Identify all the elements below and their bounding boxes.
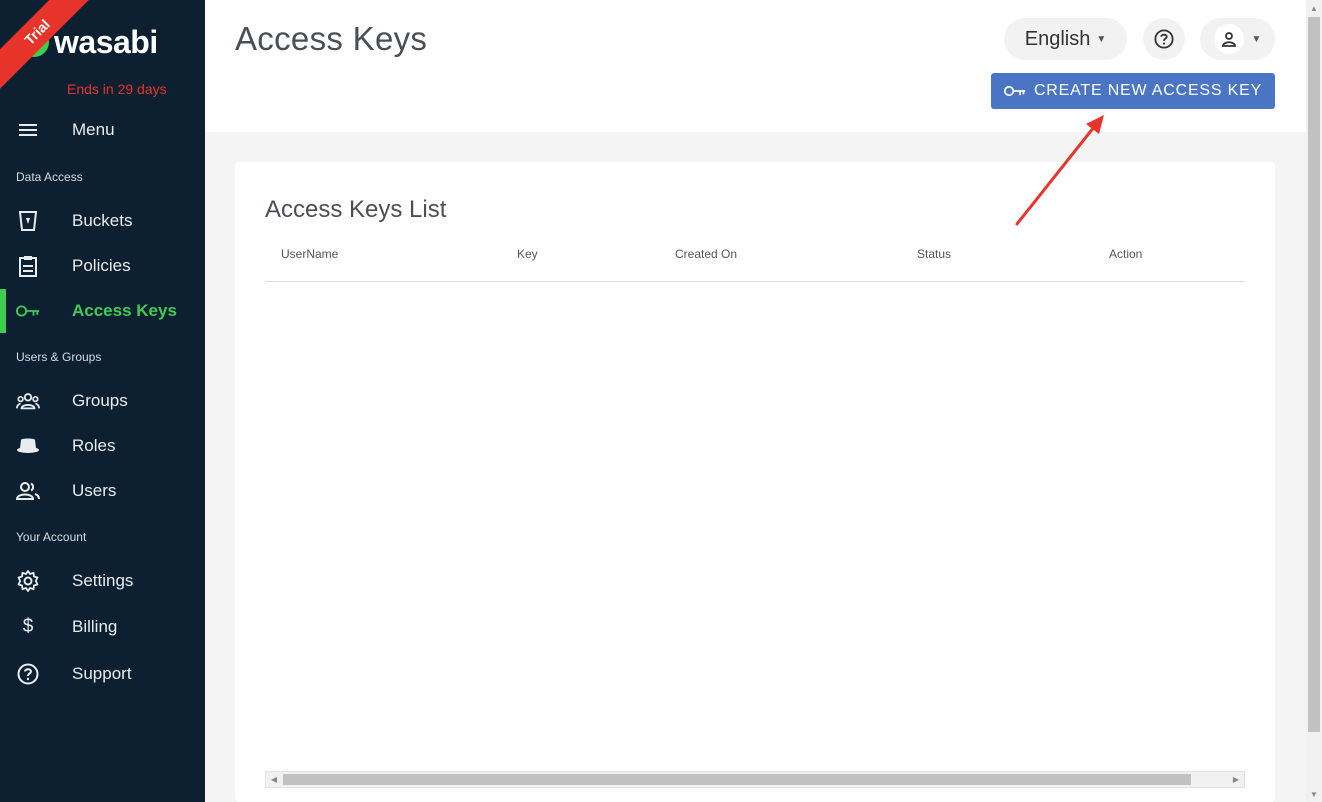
sidebar-item-label: Policies [72, 256, 131, 275]
sidebar-item-label: Billing [72, 617, 118, 636]
column-header-created-on[interactable]: Created On [675, 247, 737, 261]
language-label: English [1024, 27, 1091, 50]
help-icon [16, 663, 40, 685]
horizontal-scrollbar[interactable]: ◀ ▶ [265, 771, 1245, 788]
column-header-status[interactable]: Status [917, 247, 951, 261]
access-keys-card: Access Keys List UserName Key Created On… [235, 162, 1275, 802]
sidebar-item-label: Settings [72, 571, 134, 590]
logo-text: wasabi [54, 24, 158, 60]
page-header: Access Keys English ▼ ▼ CREATE NEW ACCES… [205, 0, 1306, 132]
key-icon [1003, 85, 1026, 97]
page-title: Access Keys [235, 20, 428, 57]
scroll-down-icon[interactable]: ▼ [1306, 786, 1322, 802]
caret-down-icon: ▼ [1251, 33, 1262, 45]
users-icon [16, 480, 40, 502]
sidebar-item-buckets[interactable]: Buckets [0, 199, 205, 243]
trial-ends-text: Ends in 29 days [67, 81, 167, 97]
menu-toggle[interactable]: Menu [0, 108, 205, 152]
scroll-up-icon[interactable]: ▲ [1306, 0, 1322, 16]
help-button[interactable] [1143, 18, 1185, 60]
sidebar-item-groups[interactable]: Groups [0, 379, 205, 423]
table-header: UserName Key Created On Status Action [265, 244, 1245, 282]
sidebar-item-label: Users [72, 481, 117, 500]
menu-label: Menu [72, 120, 115, 139]
create-button-label: CREATE NEW ACCESS KEY [1033, 82, 1263, 99]
section-users-groups: Users & Groups [16, 350, 102, 364]
language-selector[interactable]: English ▼ [1004, 18, 1127, 60]
scrollbar-thumb[interactable] [1308, 17, 1320, 732]
sidebar-item-support[interactable]: Support [0, 652, 205, 696]
column-header-key[interactable]: Key [517, 247, 538, 261]
sidebar-item-access-keys[interactable]: Access Keys [0, 289, 205, 333]
section-data-access: Data Access [16, 170, 83, 184]
sidebar-item-users[interactable]: Users [0, 469, 205, 513]
bucket-icon [16, 210, 40, 232]
user-icon [1221, 32, 1236, 47]
key-icon [16, 300, 40, 322]
scroll-left-icon[interactable]: ◀ [266, 772, 282, 787]
sidebar-item-settings[interactable]: Settings [0, 559, 205, 603]
scrollbar-thumb[interactable] [283, 774, 1191, 785]
caret-down-icon: ▼ [1096, 33, 1107, 45]
help-icon [1154, 29, 1174, 49]
gear-icon [16, 570, 40, 592]
dollar-icon: $ [22, 616, 34, 637]
avatar [1213, 24, 1244, 54]
sidebar-item-policies[interactable]: Policies [0, 244, 205, 288]
sidebar-item-roles[interactable]: Roles [0, 424, 205, 468]
section-your-account: Your Account [16, 530, 87, 544]
scroll-right-icon[interactable]: ▶ [1228, 772, 1244, 787]
sidebar-item-label: Roles [72, 436, 116, 455]
sidebar-item-label: Access Keys [72, 301, 177, 320]
column-header-action[interactable]: Action [1109, 247, 1142, 261]
groups-icon [16, 390, 40, 412]
sidebar-item-billing[interactable]: $ Billing [0, 605, 205, 649]
column-header-username[interactable]: UserName [281, 247, 338, 261]
hamburger-icon [16, 119, 40, 141]
sidebar: wasabi Trial Ends in 29 days Menu Data A… [0, 0, 205, 802]
create-access-key-button[interactable]: CREATE NEW ACCESS KEY [991, 73, 1275, 109]
sidebar-item-label: Support [72, 664, 132, 683]
hat-icon [16, 435, 40, 457]
account-menu-button[interactable]: ▼ [1200, 18, 1275, 60]
vertical-scrollbar[interactable]: ▲ ▼ [1306, 0, 1322, 802]
sidebar-item-label: Buckets [72, 211, 133, 230]
clipboard-icon [16, 255, 40, 277]
sidebar-item-label: Groups [72, 391, 128, 410]
card-title: Access Keys List [265, 196, 447, 223]
